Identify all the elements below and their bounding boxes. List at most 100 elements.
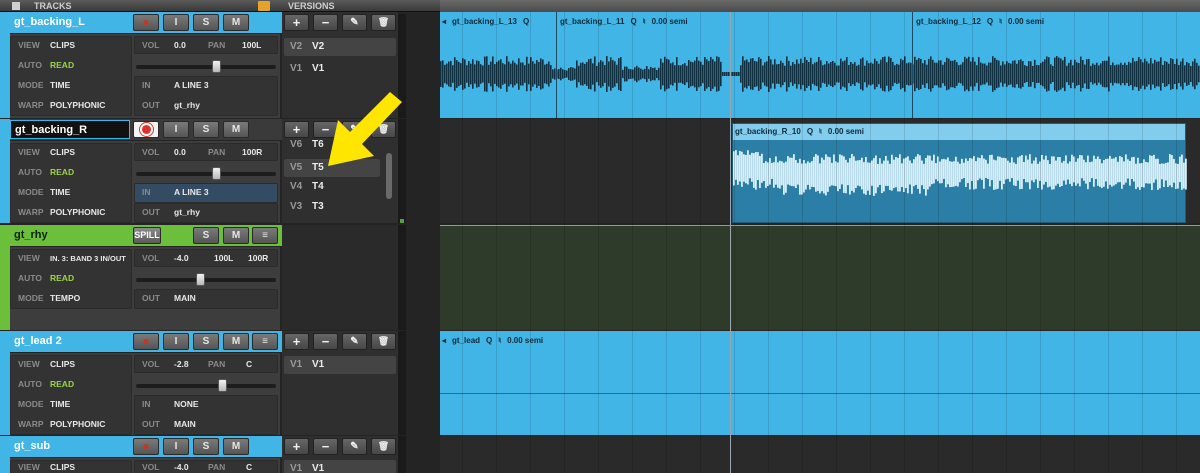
edit-version-button[interactable]: ✎ — [342, 333, 367, 350]
input-monitor-button[interactable]: I — [163, 438, 189, 455]
solo-button[interactable]: S — [193, 121, 219, 138]
input-monitor-button[interactable]: I — [163, 14, 189, 31]
input-value[interactable]: A LINE 3 — [174, 183, 209, 202]
edit-version-button[interactable]: ✎ — [342, 14, 367, 31]
track-name[interactable]: gt_sub — [10, 437, 130, 456]
input-monitor-button[interactable]: I — [163, 121, 189, 138]
delete-version-button[interactable]: 🗑 — [371, 14, 396, 31]
mode-value[interactable]: TEMPO — [50, 289, 80, 308]
warp-value[interactable]: POLYPHONIC — [50, 203, 105, 222]
mute-button[interactable]: M — [223, 333, 249, 350]
output-value[interactable]: MAIN — [174, 415, 196, 434]
timeline-ruler[interactable] — [440, 0, 1200, 12]
version-row[interactable]: V1 V1 — [284, 60, 396, 78]
view-value[interactable]: CLIPS — [50, 36, 75, 55]
clip-gt-backing-r-10[interactable]: gt_backing_R_10 Q ♮ 0.00 semi — [732, 123, 1187, 223]
view-value[interactable]: IN. 3: BAND 3 IN/OUT — [50, 249, 126, 268]
track-name[interactable]: gt_backing_L — [10, 13, 130, 32]
volume-slider[interactable] — [136, 167, 276, 180]
editor-icon[interactable]: ≡ — [252, 227, 278, 244]
auto-value[interactable]: READ — [50, 56, 74, 75]
lane-gt-sub[interactable] — [440, 436, 1200, 473]
output-value[interactable]: gt_rhy — [174, 96, 200, 115]
volume-slider[interactable] — [136, 273, 276, 286]
volume-slider-knob[interactable] — [196, 273, 205, 286]
pan-value[interactable]: C — [246, 458, 252, 473]
editor-icon[interactable]: ≡ — [252, 333, 278, 350]
pan-value[interactable]: C — [246, 355, 252, 374]
record-arm-button-active[interactable] — [133, 121, 159, 138]
remove-version-button[interactable]: − — [313, 333, 338, 350]
version-row[interactable]: V2 V2 — [284, 38, 396, 56]
clip-header[interactable]: ◂ gt_lead Q ♮ 0.00 semi — [442, 333, 549, 349]
pan-right-value[interactable]: 100R — [248, 249, 268, 268]
input-value[interactable]: A LINE 3 — [174, 76, 209, 95]
volume-slider[interactable] — [136, 379, 276, 392]
solo-button[interactable]: S — [193, 14, 219, 31]
solo-button[interactable]: S — [193, 333, 219, 350]
warp-value[interactable]: POLYPHONIC — [50, 415, 105, 434]
version-row[interactable]: V4 T4 — [284, 178, 380, 196]
auto-value[interactable]: READ — [50, 163, 74, 182]
volume-slider-knob[interactable] — [218, 379, 227, 392]
version-row[interactable]: V3 T3 — [284, 198, 380, 216]
playhead[interactable] — [730, 12, 731, 473]
pan-left-value[interactable]: 100L — [214, 249, 233, 268]
output-value[interactable]: MAIN — [174, 289, 196, 308]
vol-value[interactable]: 0.0 — [174, 143, 186, 162]
pan-value[interactable]: 100L — [242, 36, 261, 55]
version-row[interactable]: V1 V1 — [284, 356, 396, 374]
auto-value[interactable]: READ — [50, 269, 74, 288]
add-version-button[interactable]: + — [284, 121, 309, 138]
view-value[interactable]: CLIPS — [50, 355, 75, 374]
add-version-button[interactable]: + — [284, 333, 309, 350]
track-name[interactable]: gt_backing_R — [10, 120, 130, 139]
delete-version-button[interactable]: 🗑 — [371, 438, 396, 455]
mode-value[interactable]: TIME — [50, 395, 70, 414]
add-version-button[interactable]: + — [284, 14, 309, 31]
edit-version-button[interactable]: ✎ — [342, 438, 367, 455]
delete-version-button[interactable]: 🗑 — [371, 333, 396, 350]
output-value[interactable]: gt_rhy — [174, 203, 200, 222]
mute-button[interactable]: M — [223, 438, 249, 455]
vol-value[interactable]: 0.0 — [174, 36, 186, 55]
lane-gt-rhy[interactable] — [440, 225, 1200, 330]
record-arm-button[interactable]: ● — [133, 438, 159, 455]
volume-slider[interactable] — [136, 60, 276, 73]
remove-version-button[interactable]: − — [313, 438, 338, 455]
lane-gt-backing-l[interactable]: ◂ gt_backing_L_13 Q gt_backing_L_11 Q ♮ 0.00 … — [440, 12, 1200, 118]
mute-button[interactable]: M — [223, 121, 249, 138]
clip-header[interactable]: gt_backing_L_11 Q ♮ 0.00 semi — [560, 14, 694, 30]
clip-header[interactable]: ◂ gt_backing_L_13 Q — [442, 14, 535, 30]
folder-icon[interactable] — [258, 1, 270, 11]
vol-value[interactable]: -4.0 — [174, 458, 189, 473]
spill-button[interactable]: SPILL — [133, 227, 161, 244]
record-arm-button[interactable]: ● — [133, 333, 159, 350]
vol-value[interactable]: -4.0 — [174, 249, 189, 268]
mute-button[interactable]: M — [223, 14, 249, 31]
vol-value[interactable]: -2.8 — [174, 355, 189, 374]
mute-button[interactable]: M — [223, 227, 249, 244]
track-name[interactable]: gt_rhy — [10, 226, 130, 245]
record-arm-button[interactable]: ● — [133, 14, 159, 31]
clip-header[interactable]: gt_backing_R_10 Q ♮ 0.00 semi — [735, 124, 870, 140]
solo-button[interactable]: S — [193, 438, 219, 455]
version-row[interactable]: V1 V1 — [284, 460, 396, 473]
solo-button[interactable]: S — [193, 227, 219, 244]
warp-value[interactable]: POLYPHONIC — [50, 96, 105, 115]
mode-value[interactable]: TIME — [50, 76, 70, 95]
view-value[interactable]: CLIPS — [50, 143, 75, 162]
volume-slider-knob[interactable] — [212, 167, 221, 180]
mode-value[interactable]: TIME — [50, 183, 70, 202]
clip-header[interactable]: gt_backing_L_12 Q ♮ 0.00 semi — [916, 14, 1050, 30]
remove-version-button[interactable]: − — [313, 14, 338, 31]
input-value[interactable]: NONE — [174, 395, 199, 414]
pan-value[interactable]: 100R — [242, 143, 262, 162]
view-value[interactable]: CLIPS — [50, 458, 75, 473]
track-name[interactable]: gt_lead 2 — [10, 332, 130, 351]
lane-gt-lead-2[interactable]: ◂ gt_lead Q ♮ 0.00 semi — [440, 331, 1200, 435]
lane-gt-backing-r[interactable]: gt_backing_R_10 Q ♮ 0.00 semi — [440, 119, 1200, 223]
input-monitor-button[interactable]: I — [163, 333, 189, 350]
add-version-button[interactable]: + — [284, 438, 309, 455]
auto-value[interactable]: READ — [50, 375, 74, 394]
